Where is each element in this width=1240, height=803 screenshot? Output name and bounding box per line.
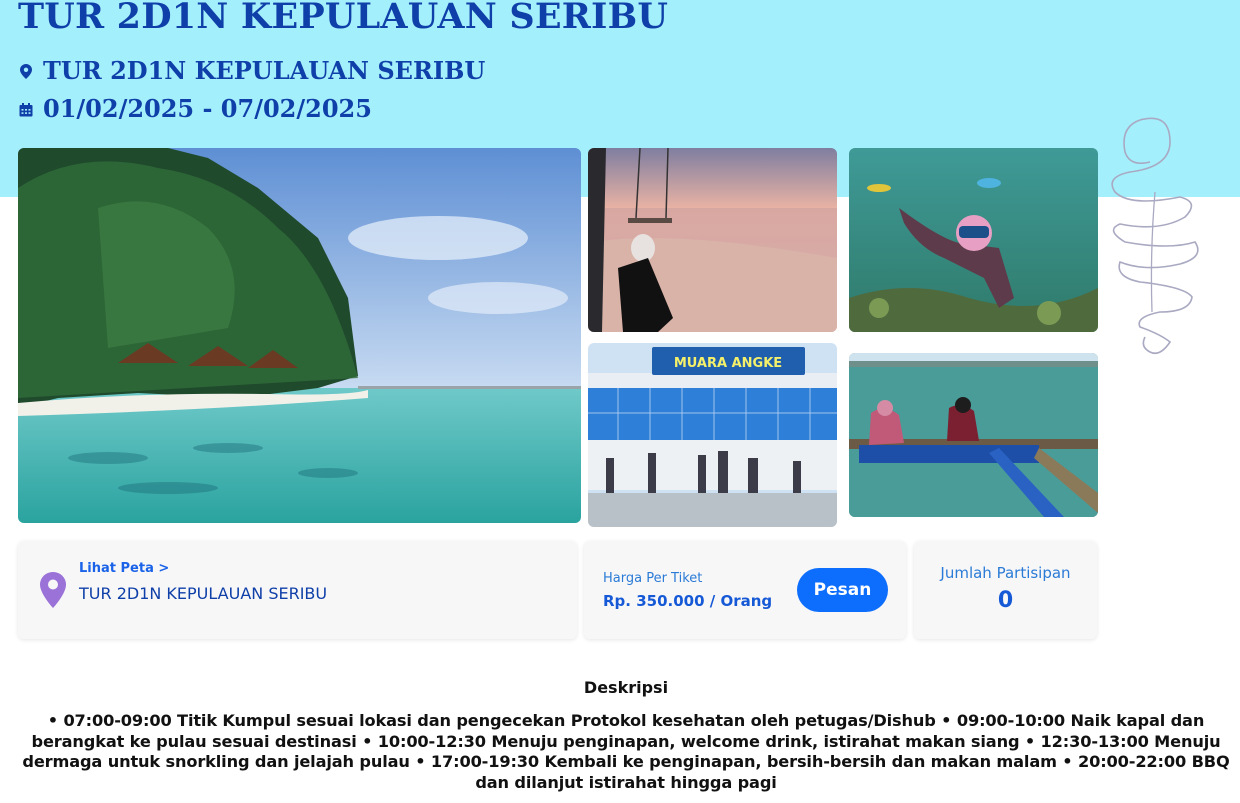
price-card: Harga Per Tiket Rp. 350.000 / Orang Pesa… — [584, 541, 906, 639]
price-label: Harga Per Tiket — [603, 571, 703, 586]
price-value: Rp. 350.000 / Orang — [603, 592, 773, 610]
snorkeling-photo[interactable] — [849, 148, 1098, 332]
date-row: 01/02/2025 - 07/02/2025 — [18, 94, 372, 123]
book-button[interactable]: Pesan — [797, 568, 888, 612]
location-name: TUR 2D1N KEPULAUAN SERIBU — [79, 584, 328, 603]
date-range-text: 01/02/2025 - 07/02/2025 — [43, 94, 372, 123]
description-body: • 07:00-09:00 Titik Kumpul sesuai lokasi… — [22, 711, 1230, 792]
harbor-photo[interactable]: MUARA ANGKE — [588, 343, 837, 527]
location-text: TUR 2D1N KEPULAUAN SERIBU — [43, 56, 486, 85]
map-pin-icon — [18, 63, 34, 79]
view-map-link[interactable]: Lihat Peta > — [79, 561, 169, 576]
location-card: Lihat Peta > TUR 2D1N KEPULAUAN SERIBU — [18, 541, 577, 639]
calendar-icon — [18, 101, 34, 117]
boat-photo[interactable] — [849, 353, 1098, 517]
map-pin-icon — [40, 572, 66, 608]
participants-label: Jumlah Partisipan — [940, 564, 1071, 582]
participants-count: 0 — [997, 588, 1014, 613]
location-row: TUR 2D1N KEPULAUAN SERIBU — [18, 56, 485, 85]
decorative-doodle — [1111, 117, 1199, 355]
island-beach-photo[interactable] — [18, 148, 581, 523]
page-title: TUR 2D1N KEPULAUAN SERIBU — [18, 0, 669, 37]
sunset-swing-photo[interactable] — [588, 148, 837, 332]
participants-card: Jumlah Partisipan 0 — [914, 541, 1097, 639]
description-title: Deskripsi — [583, 678, 669, 697]
harbor-sign: MUARA ANGKE — [674, 356, 782, 371]
